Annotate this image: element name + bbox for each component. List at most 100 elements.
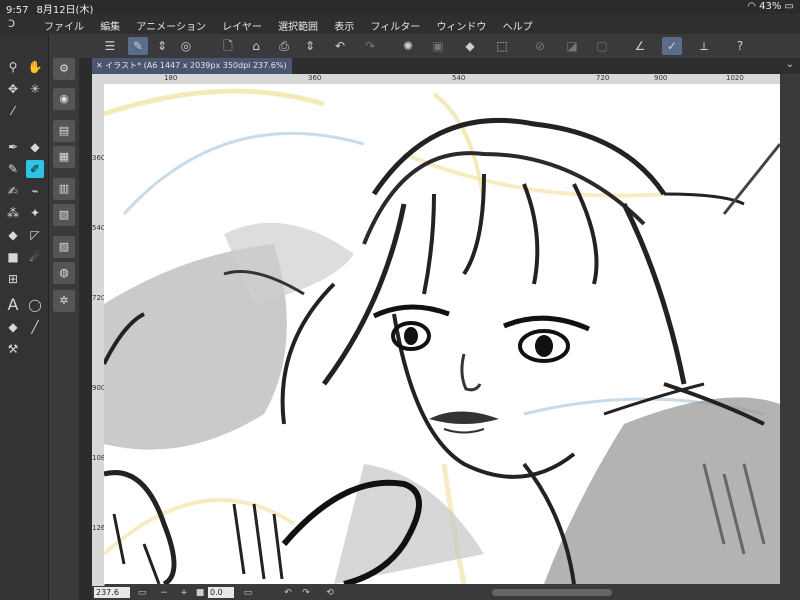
blend-tool-icon[interactable]: ⌁: [26, 182, 44, 200]
move-tool-icon[interactable]: ✥: [4, 80, 22, 98]
menu-file[interactable]: ファイル: [44, 22, 84, 33]
dock-divider: [79, 58, 92, 600]
deselect-icon[interactable]: ⊘: [530, 37, 550, 55]
pen-tool-icon[interactable]: ✒: [4, 138, 22, 156]
right-scroll-area[interactable]: [780, 74, 800, 588]
ruler-left-label: 720: [92, 294, 105, 302]
hand-tool-icon[interactable]: ✋: [26, 58, 44, 76]
wifi-icon: ◠: [747, 1, 756, 12]
menu-window[interactable]: ウィンドウ: [436, 22, 486, 33]
correction-tool-icon[interactable]: ⚒: [4, 340, 22, 358]
ruler-top-label: 180: [164, 74, 178, 82]
horizontal-scrollbar[interactable]: [492, 589, 612, 596]
menu-selection[interactable]: 選択範囲: [278, 22, 318, 33]
magic-wand-icon[interactable]: ✳: [26, 80, 44, 98]
ruler-snap-icon[interactable]: ∠: [630, 37, 650, 55]
balloon-tool-icon[interactable]: ◯: [26, 296, 44, 314]
copy-icon[interactable]: ▣: [428, 37, 448, 55]
frame-tool-icon[interactable]: ⊞: [4, 270, 22, 288]
zoom-field[interactable]: 237.6: [94, 587, 130, 598]
document-tab[interactable]: ✕ イラスト* (A6 1447 x 2039px 350dpi 237.6%): [92, 58, 292, 74]
zoom-in-icon[interactable]: +: [178, 586, 190, 600]
new-file-icon[interactable]: 🗋: [218, 37, 238, 55]
crop-selection-icon[interactable]: ▢: [592, 37, 612, 55]
gradient-shape-icon[interactable]: ◸: [26, 226, 44, 244]
app-logo-icon[interactable]: ↄ: [8, 17, 22, 31]
ruler-left-label: 900: [92, 384, 105, 392]
menu-animation[interactable]: アニメーション: [136, 22, 206, 33]
pencil-tool-icon[interactable]: ✎: [4, 160, 22, 178]
rotate-left-icon[interactable]: ↶: [282, 586, 294, 600]
ruler-left-label: 360: [92, 154, 105, 162]
ruler-top-label: 540: [452, 74, 466, 82]
eraser-tool-icon[interactable]: ◆: [26, 138, 44, 156]
fill-bucket-icon[interactable]: ◆: [460, 37, 480, 55]
edit-canvas-icon[interactable]: ✎: [128, 37, 148, 55]
layer-palette-icon[interactable]: ▤: [53, 120, 75, 142]
ruler-left-label: 1080: [92, 454, 105, 462]
color-set-icon[interactable]: ▧: [53, 204, 75, 226]
grid-snap-icon[interactable]: ⟂: [694, 37, 714, 55]
ruler-top-label: 1020: [726, 74, 744, 82]
layers-stack-icon[interactable]: ▥: [53, 178, 75, 200]
line-tool-icon[interactable]: ╱: [26, 318, 44, 336]
transform-icon[interactable]: ⬚: [492, 37, 512, 55]
save-icon[interactable]: ⎙: [274, 37, 294, 55]
battery-icon: ▭: [784, 1, 794, 12]
document-title: イラスト* (A6 1447 x 2039px 350dpi 237.6%): [105, 61, 287, 70]
fill-bucket-tool-icon[interactable]: ◆: [4, 318, 22, 336]
gradient-tool-icon[interactable]: ■: [4, 248, 22, 266]
drops-tool-icon[interactable]: ☄: [26, 248, 44, 266]
menu-filter[interactable]: フィルター: [370, 22, 420, 33]
undo-icon[interactable]: ↶: [330, 37, 350, 55]
ruler-top-label: 360: [308, 74, 322, 82]
hamburger-menu-icon[interactable]: ☰: [100, 37, 120, 55]
redo-icon[interactable]: ↷: [360, 37, 380, 55]
magnifier-tool-icon[interactable]: ⚲: [4, 58, 22, 76]
zoom-slider-icon[interactable]: ▭: [136, 586, 148, 600]
menu-layer[interactable]: レイヤー: [222, 22, 262, 33]
eyedropper-icon[interactable]: ⁄: [4, 102, 22, 120]
help-icon[interactable]: ?: [730, 37, 750, 55]
brush-tool-icon[interactable]: ✐: [26, 160, 44, 178]
swirl-icon[interactable]: ◎: [176, 37, 196, 55]
material-icon[interactable]: ▨: [53, 236, 75, 258]
chevron-updown-icon-2[interactable]: ⇕: [300, 37, 320, 55]
menu-bar: ↄ ファイル 編集 アニメーション レイヤー 選択範囲 表示 フィルター ウィン…: [0, 14, 800, 34]
status-bar: 9:57 8月12日(木) ◠ 43% ▭: [0, 0, 800, 16]
open-folder-icon[interactable]: ⌂: [246, 37, 266, 55]
reset-rotation-icon[interactable]: ⟲: [324, 586, 336, 600]
drawing-canvas[interactable]: [104, 84, 780, 584]
close-tab-icon[interactable]: ✕: [96, 61, 103, 70]
chevron-down-icon[interactable]: ⌄: [786, 59, 794, 70]
settings-icon[interactable]: ✲: [53, 290, 75, 312]
menu-view[interactable]: 表示: [334, 22, 354, 33]
rotate-right-icon[interactable]: ↷: [300, 586, 312, 600]
palette-dock: ⚙ ◉ ▤ ▦ ▥ ▧ ▨ ◍ ✲: [49, 58, 79, 600]
menu-help[interactable]: ヘルプ: [503, 22, 533, 33]
history-icon[interactable]: ◍: [53, 262, 75, 284]
fill-tool-icon[interactable]: ◆: [4, 226, 22, 244]
text-tool-icon[interactable]: A: [4, 296, 22, 314]
rotation-slider-icon[interactable]: ▭: [242, 586, 254, 600]
ruler-left-label: 540: [92, 224, 105, 232]
fit-icon[interactable]: ■: [194, 586, 206, 600]
menu-edit[interactable]: 編集: [100, 22, 120, 33]
battery-percent: 43%: [759, 1, 782, 12]
loading-spinner-icon[interactable]: ✺: [398, 37, 418, 55]
command-toolbar: ☰ ✎ ⇕ ◎ 🗋 ⌂ ⎙ ⇕ ↶ ↷ ✺ ▣ ◆ ⬚ ⊘ ◪ ▢ ∠ ✓ ⟂ …: [0, 34, 800, 59]
ruler-top-label: 900: [654, 74, 668, 82]
timeline-icon[interactable]: ▦: [53, 146, 75, 168]
airbrush-tool-icon[interactable]: ⁂: [4, 204, 22, 222]
navigator-icon[interactable]: ◉: [53, 88, 75, 110]
chevron-updown-icon[interactable]: ⇕: [152, 37, 172, 55]
invert-selection-icon[interactable]: ◪: [562, 37, 582, 55]
zoom-out-icon[interactable]: −: [158, 586, 170, 600]
marker-tool-icon[interactable]: ✍: [4, 182, 22, 200]
rotation-field[interactable]: 0.0: [208, 587, 234, 598]
decoration-tool-icon[interactable]: ✦: [26, 204, 44, 222]
sub-tool-icon[interactable]: ⚙: [53, 58, 75, 80]
sketch-illustration: [104, 88, 780, 584]
special-ruler-icon[interactable]: ✓: [662, 37, 682, 55]
ruler-left-label: 1260: [92, 524, 105, 532]
